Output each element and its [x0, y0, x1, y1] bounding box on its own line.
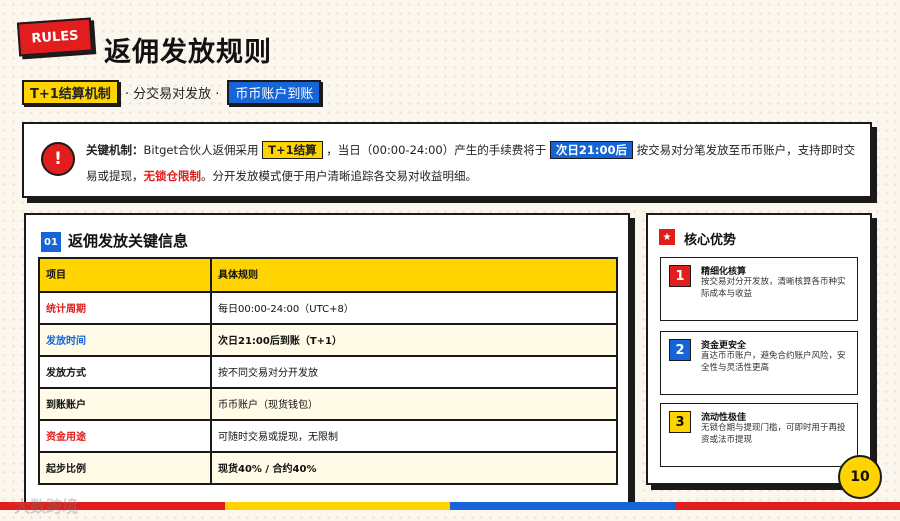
key-info-card: 01 返佣发放关键信息 项目 具体规则 统计周期 每日00:00-24:00（U…: [24, 213, 630, 505]
alert-icon: !: [41, 142, 75, 176]
advantage-number: 2: [669, 339, 691, 361]
tag-spot-account: 币币账户到账: [227, 79, 322, 105]
advantage-desc: 直达币币账户，避免合约账户风险，安全性与灵活性更高: [701, 351, 846, 373]
table-cell-item: 到账账户: [38, 387, 212, 421]
bar-segment-yellow: [225, 502, 450, 510]
table-cell-item: 发放方式: [38, 355, 212, 389]
rules-badge: RULES: [16, 17, 94, 57]
advantage-number: 1: [669, 265, 691, 287]
table-row: 发放时间 次日21:00后到账（T+1）: [38, 323, 618, 357]
tag-t1-settlement: T+1结算机制: [22, 79, 119, 105]
advantage-desc: 无锁仓期与提现门槛，可即时用于再投资或法币提现: [701, 423, 846, 445]
subtitle-middle: · 分交易对发放 ·: [124, 86, 220, 102]
table-row: 统计周期 每日00:00-24:00（UTC+8）: [38, 291, 618, 325]
advantage-number: 3: [669, 411, 691, 433]
notice-text-1: Bitget合伙人返佣采用: [143, 143, 259, 157]
table-cell-item: 发放时间: [38, 323, 212, 357]
advantages-title: 核心优势: [684, 233, 737, 248]
table-cell-item: 起步比例: [38, 451, 212, 485]
table-header-item: 项目: [38, 257, 212, 293]
table-cell-rule: 现货40% / 合约40%: [210, 451, 618, 485]
core-advantages-card: ★ 核心优势 1 精细化核算 按交易对分开发放，清晰核算各币种实际成本与收益 2…: [646, 213, 872, 485]
star-icon: ★: [659, 229, 675, 245]
notice-text-2: ，当日（00:00-24:00）产生的手续费将于: [326, 143, 547, 157]
table-cell-item: 统计周期: [38, 291, 212, 325]
advantage-item: 2 资金更安全 直达币币账户，避免合约账户风险，安全性与灵活性更高: [660, 331, 858, 395]
advantage-item: 3 流动性极佳 无锁仓期与提现门槛，可即时用于再投资或法币提现: [660, 403, 858, 467]
notice-highlight-time: 次日21:00后: [549, 141, 633, 159]
advantage-item: 1 精细化核算 按交易对分开发放，清晰核算各币种实际成本与收益: [660, 257, 858, 321]
table-cell-rule: 次日21:00后到账（T+1）: [210, 323, 618, 357]
notice-highlight-t1: T+1结算: [262, 141, 323, 159]
page-number: 10: [838, 455, 882, 499]
subtitle-row: T+1结算机制 · 分交易对发放 · 币币账户到账: [22, 79, 322, 105]
notice-highlight-nolock: 无锁仓限制: [143, 169, 202, 183]
table-header-rule: 具体规则: [210, 257, 618, 293]
notice-text: 关键机制：Bitget合伙人返佣采用 T+1结算 ，当日（00:00-24:00…: [86, 137, 862, 189]
page-title: 返佣发放规则: [104, 37, 272, 68]
table-row: 发放方式 按不同交易对分开发放: [38, 355, 618, 389]
bottom-color-bar: [0, 502, 900, 510]
section-title: 返佣发放关键信息: [68, 232, 189, 250]
bar-segment-red: [675, 502, 900, 510]
notice-label: 关键机制：: [86, 143, 144, 157]
table-header-row: 项目 具体规则: [38, 257, 618, 293]
table-cell-item: 资金用途: [38, 419, 212, 453]
table-cell-rule: 按不同交易对分开发放: [210, 355, 618, 389]
table-row: 到账账户 币币账户（现货钱包）: [38, 387, 618, 421]
table-cell-rule: 每日00:00-24:00（UTC+8）: [210, 291, 618, 325]
table-cell-rule: 可随时交易或提现，无限制: [210, 419, 618, 453]
section-number: 01: [41, 232, 61, 252]
advantage-desc: 按交易对分开发放，清晰核算各币种实际成本与收益: [701, 277, 846, 299]
rules-table: 项目 具体规则 统计周期 每日00:00-24:00（UTC+8） 发放时间 次…: [38, 257, 618, 485]
table-row: 起步比例 现货40% / 合约40%: [38, 451, 618, 485]
notice-text-4: 。分开发放模式便于用户清晰追踪各交易对收益明细。: [201, 169, 477, 183]
table-row: 资金用途 可随时交易或提现，无限制: [38, 419, 618, 453]
bar-segment-blue: [450, 502, 675, 510]
watermark-logo: 大数跨境: [14, 497, 79, 516]
key-mechanism-notice: ! 关键机制：Bitget合伙人返佣采用 T+1结算 ，当日（00:00-24:…: [22, 122, 872, 198]
table-cell-rule: 币币账户（现货钱包）: [210, 387, 618, 421]
